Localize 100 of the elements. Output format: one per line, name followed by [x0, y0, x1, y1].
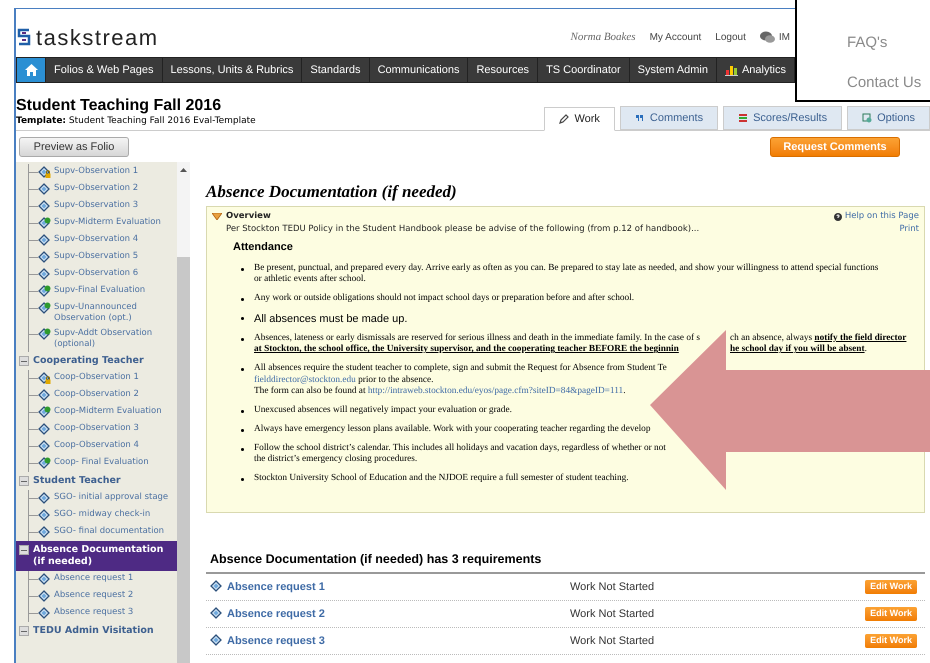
menu-item[interactable]: FAQ's	[847, 34, 930, 52]
template-label: Template:	[16, 116, 66, 126]
collapse-toggle[interactable]	[19, 476, 29, 486]
template-name: Student Teaching Fall 2016 Eval-Template	[68, 116, 256, 126]
collapse-toggle[interactable]	[19, 356, 29, 366]
diamond-icon	[38, 268, 51, 281]
home-tab[interactable]	[17, 58, 46, 82]
tree-item[interactable]: Coop- Final Evaluation	[54, 457, 151, 468]
help-link[interactable]: Help on this Page	[844, 210, 919, 223]
tree-item[interactable]: Supv-Midterm Evaluation	[54, 217, 163, 228]
tree-item[interactable]: SGO- initial approval stage	[54, 492, 170, 503]
section-title: TEDU Admin Visitation	[33, 625, 154, 637]
diamond-icon	[38, 200, 51, 213]
section-header[interactable]: Student Teacher	[16, 472, 177, 490]
section-title: Absence Documentation (if needed)	[33, 544, 164, 568]
requirement-status: Work Not Started	[570, 606, 656, 622]
bullet-text: at Stockton, the school office, the University supervisor, and the cooperating teacher BEFORE the beginnin	[254, 344, 679, 354]
page-title: Student Teaching Fall 2016	[16, 97, 222, 115]
tree-item[interactable]: Supv-Observation 3	[54, 200, 140, 211]
help-icon	[834, 212, 842, 220]
logo-text: taskstream	[36, 24, 159, 52]
section-header[interactable]: Cooperating Teacher	[16, 352, 177, 370]
attendance-heading: Attendance	[232, 240, 294, 255]
diamond-icon	[38, 526, 51, 539]
diamond-lock-icon	[38, 372, 51, 385]
section-title: Cooperating Teacher	[33, 355, 144, 367]
bullet-text: the district’s emergency closing procedures.	[254, 454, 418, 464]
diamond-icon	[38, 492, 51, 505]
im-link[interactable]: IM	[778, 30, 790, 44]
tree-item[interactable]: SGO- midway check-in	[54, 509, 152, 520]
bullet-text: .	[623, 386, 626, 396]
pencil-icon	[559, 114, 570, 124]
requirement-status: Work Not Started	[570, 580, 656, 594]
tree-item[interactable]: Coop-Midterm Evaluation	[54, 406, 164, 417]
diamond-icon	[210, 607, 223, 620]
collapse-toggle[interactable]	[19, 626, 29, 636]
tree-item[interactable]: Absence request 1	[54, 573, 136, 584]
bullet-text: Be present, punctual, and prepared every day. Arrive early as often as you can. Be prepared to stay late as needed, and show your willingness to attend special functions	[254, 262, 878, 272]
link[interactable]: fielddirector@stockton.edu	[254, 374, 356, 385]
chat-icon[interactable]	[760, 30, 775, 44]
tree-item[interactable]: Coop-Observation 1	[54, 372, 141, 383]
header-link[interactable]: Logout	[715, 30, 746, 44]
diamond-icon	[38, 573, 51, 586]
user-name: Norma Boakes	[570, 30, 636, 45]
tree-item[interactable]: Supv-Observation 5	[54, 251, 140, 262]
list-icon	[738, 113, 748, 123]
collapse-toggle[interactable]	[19, 545, 29, 555]
diamond-icon	[210, 634, 223, 648]
print-link[interactable]: Print	[899, 223, 919, 236]
diamond-icon	[210, 580, 223, 594]
tree-item[interactable]: Coop-Observation 4	[54, 440, 141, 451]
header-link[interactable]: My Account	[650, 30, 702, 44]
tree-item[interactable]: Supv-Observation 1	[54, 166, 140, 177]
bullet-text: Stockton University School of Education and the NJDOE require a full semester of student teaching.	[254, 472, 629, 483]
bullet-text: Any work or outside obligations should not impact school days or preparation before and after school.	[254, 292, 634, 303]
tab[interactable]: Work	[544, 107, 615, 131]
requirement-link[interactable]: Absence request 3	[227, 632, 325, 649]
requirements-heading: Absence Documentation (if needed) has 3 requirements	[206, 550, 925, 574]
home-icon	[24, 64, 38, 76]
bullet-text: Absences, lateness or early dismissals are reserved for serious illness and death in the immediate family. In the case of s	[254, 332, 700, 343]
diamond-icon	[38, 423, 51, 436]
requirement-link[interactable]: Absence request 2	[227, 606, 325, 622]
tree-item[interactable]: Supv-Observation 2	[54, 183, 140, 194]
link[interactable]: http://intraweb.stockton.edu/eyos/page.cfm?siteID=84&pageID=111	[368, 386, 624, 396]
diamond-icon	[38, 440, 51, 453]
tree-item[interactable]: Coop-Observation 3	[54, 423, 141, 434]
tab[interactable]: Comments	[620, 106, 718, 130]
tree-item[interactable]: SGO- final documentation	[54, 526, 166, 537]
requirement-status: Work Not Started	[570, 634, 656, 648]
section-title: Absence Documentation (if needed)	[206, 182, 458, 202]
tree-item[interactable]: Absence request 2	[54, 590, 136, 601]
bullet-text: Always have emergency lesson plans available. Work with your cooperating teacher regarding the develop	[254, 424, 650, 434]
logo-icon	[17, 28, 31, 46]
tree-item[interactable]: Supv-Unannounced Observation (opt.)	[54, 302, 177, 324]
tree-item[interactable]: Supv-Observation 6	[54, 268, 140, 279]
tree-item[interactable]: Supv-Addt Observation (optional)	[54, 328, 177, 350]
options-icon	[862, 113, 872, 123]
tree-item[interactable]: Absence request 3	[54, 607, 136, 618]
bullet-text: All absences must be made up.	[254, 312, 408, 325]
diamond-icon	[38, 590, 51, 603]
tree-item[interactable]: Supv-Final Evaluation	[54, 285, 148, 296]
diamond-icon	[38, 509, 51, 522]
menu-item[interactable]: Contact Us	[847, 74, 930, 92]
section-title: Student Teacher	[33, 475, 121, 487]
tab[interactable]: Scores/Results	[723, 106, 842, 130]
diamond-icon	[38, 251, 51, 264]
tree-item[interactable]: Coop-Observation 2	[54, 389, 141, 400]
section-header[interactable]: TEDU Admin Visitation	[16, 622, 177, 640]
triangle-down-icon[interactable]	[212, 213, 222, 220]
diamond-icon	[38, 183, 51, 196]
scroll-up-icon[interactable]	[180, 168, 187, 172]
tree-item[interactable]: Supv-Observation 4	[54, 234, 140, 245]
overview-title[interactable]: Overview	[226, 210, 271, 223]
bar-chart-icon	[724, 64, 738, 76]
requirement-link[interactable]: Absence request 1	[227, 578, 325, 595]
preview-button[interactable]: Preview as Folio	[19, 137, 129, 157]
bullet-text: The form can also be found at	[254, 386, 367, 396]
scrollbar[interactable]	[177, 162, 190, 663]
tab[interactable]: Options	[847, 106, 930, 130]
section-header[interactable]: Absence Documentation (if needed)	[16, 541, 177, 571]
